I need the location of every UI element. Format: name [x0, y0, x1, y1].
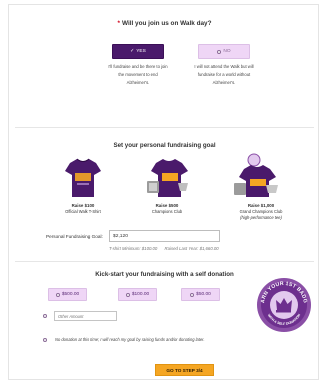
donation-amount: $100.00: [131, 292, 150, 297]
tshirt-minimum: T-shirt Minimum: $100.00: [109, 246, 158, 251]
goal-section-title: Set your personal fundraising goal: [113, 142, 216, 149]
tier-champions: Raise $500 Champions Club: [135, 203, 199, 215]
tier-tshirt: Raise $100 Official Walk T-Shirt: [51, 203, 115, 215]
donation-amount: $500.00: [61, 292, 80, 297]
goal-meta: T-shirt Minimum: $100.00 Raised Last Yea…: [109, 246, 225, 251]
donation-amount: $50.00: [196, 292, 211, 297]
goal-input[interactable]: [109, 230, 220, 242]
divider: [15, 127, 314, 128]
tier-reward: Official Walk T-Shirt: [65, 209, 101, 214]
grand-champions-image: [234, 153, 278, 197]
no-label: NO: [223, 49, 231, 54]
radio-icon: [125, 292, 130, 297]
radio-icon: [55, 292, 60, 297]
tier-reward: Champions Club: [151, 209, 183, 214]
no-description: I will not attend the Walk but will fund…: [194, 64, 254, 85]
donation-option-500[interactable]: $500.00: [48, 288, 87, 301]
registration-step-panel: * Will you join us on Walk day? ✓ YES NO …: [8, 4, 319, 380]
other-amount-radio[interactable]: [43, 314, 47, 318]
badge-icon: EARN YOUR 1ST BADGE WITH A SELF DONATION: [256, 277, 311, 332]
check-icon: ✓: [130, 49, 135, 54]
donation-option-50[interactable]: $50.00: [181, 288, 220, 301]
join-question: * Will you join us on Walk day?: [9, 20, 320, 27]
other-amount-input[interactable]: [54, 311, 117, 321]
tier-grand-champions: Raise $1,000 Grand Champions Club (high-…: [221, 203, 301, 221]
tshirt-image: [65, 158, 101, 197]
raised-last-year: Raised Last Year: $1,660.00: [164, 246, 219, 251]
yes-button[interactable]: ✓ YES: [112, 44, 164, 59]
no-button[interactable]: NO: [198, 44, 250, 59]
divider: [15, 261, 314, 262]
goal-label: Personal Fundraising Goal:: [46, 234, 103, 239]
required-mark: *: [117, 20, 120, 27]
radio-icon: [190, 292, 195, 297]
champions-club-image: [147, 159, 188, 197]
tier-note: (high-performance tee): [240, 215, 282, 220]
next-step-button[interactable]: GO TO STEP 3/4: [155, 364, 214, 376]
radio-icon: [217, 49, 222, 54]
yes-label: YES: [136, 49, 146, 54]
yes-description: I'll fundraise and be there to join the …: [108, 64, 168, 85]
no-donation-text: No donation at this time; I will reach m…: [55, 337, 205, 342]
join-question-text: Will you join us on Walk day?: [121, 20, 212, 27]
donation-option-100[interactable]: $100.00: [118, 288, 157, 301]
no-donation-radio[interactable]: [43, 338, 47, 342]
